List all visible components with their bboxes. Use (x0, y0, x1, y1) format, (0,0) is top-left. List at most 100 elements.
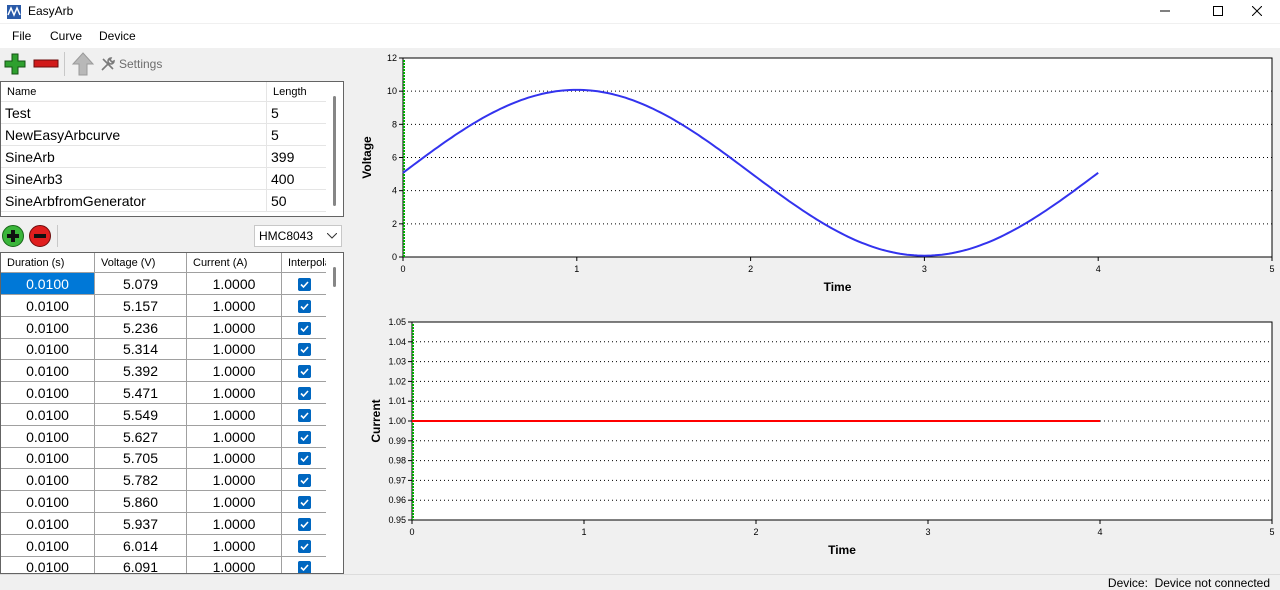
duration-cell[interactable]: 0.0100 (1, 273, 95, 295)
device-select[interactable]: HMC8043 (254, 225, 342, 247)
scroll-thumb[interactable] (333, 267, 336, 287)
current-cell[interactable]: 1.0000 (187, 425, 282, 448)
interpolation-checkbox[interactable] (298, 387, 311, 400)
duration-cell[interactable]: 0.0100 (1, 294, 95, 317)
point-row[interactable]: 0.0100 6.014 1.0000 (1, 534, 327, 557)
interpolation-checkbox[interactable] (298, 496, 311, 509)
point-row[interactable]: 0.0100 5.236 1.0000 (1, 316, 327, 339)
current-cell[interactable]: 1.0000 (187, 556, 282, 573)
point-row[interactable]: 0.0100 5.937 1.0000 (1, 512, 327, 535)
column-header-voltage[interactable]: Voltage (V) (95, 253, 187, 273)
duration-cell[interactable]: 0.0100 (1, 403, 95, 426)
point-row[interactable]: 0.0100 5.860 1.0000 (1, 491, 327, 513)
voltage-cell[interactable]: 5.705 (95, 447, 187, 470)
voltage-cell[interactable]: 5.937 (95, 512, 187, 535)
current-cell[interactable]: 1.0000 (187, 316, 282, 339)
duration-cell[interactable]: 0.0100 (1, 469, 95, 492)
point-row[interactable]: 0.0100 5.157 1.0000 (1, 294, 327, 317)
points-scrollbar[interactable] (326, 253, 343, 573)
point-row[interactable]: 0.0100 5.392 1.0000 (1, 360, 327, 383)
curve-name-cell[interactable]: Test (1, 102, 267, 124)
menu-device[interactable]: Device (99, 29, 136, 43)
voltage-cell[interactable]: 5.549 (95, 403, 187, 426)
voltage-cell[interactable]: 5.157 (95, 294, 187, 317)
duration-cell[interactable]: 0.0100 (1, 360, 95, 383)
voltage-cell[interactable]: 5.471 (95, 382, 187, 404)
point-row[interactable]: 0.0100 5.314 1.0000 (1, 338, 327, 361)
column-header-name[interactable]: Name (1, 82, 267, 102)
point-row[interactable]: 0.0100 5.079 1.0000 (1, 273, 327, 295)
interpolation-checkbox[interactable] (298, 561, 311, 574)
interpolation-checkbox[interactable] (298, 539, 311, 553)
current-cell[interactable]: 1.0000 (187, 273, 282, 295)
interpolation-checkbox[interactable] (298, 321, 311, 335)
curve-length-cell[interactable]: 400 (267, 168, 327, 190)
current-cell[interactable]: 1.0000 (187, 338, 282, 361)
menu-file[interactable]: File (12, 29, 31, 43)
current-cell[interactable]: 1.0000 (187, 491, 282, 513)
curve-name-cell[interactable]: SineArbfromGenerator (1, 190, 267, 212)
voltage-cell[interactable]: 5.782 (95, 469, 187, 492)
current-cell[interactable]: 1.0000 (187, 360, 282, 383)
voltage-cell[interactable]: 5.627 (95, 425, 187, 448)
add-curve-button[interactable] (3, 52, 27, 76)
column-header-length[interactable]: Length (267, 82, 327, 102)
minimize-button[interactable] (1142, 0, 1188, 22)
curve-row[interactable]: NewEasyArbcurve 5 (1, 124, 327, 146)
duration-cell[interactable]: 0.0100 (1, 338, 95, 361)
interpolation-checkbox[interactable] (298, 517, 311, 531)
point-row[interactable]: 0.0100 5.627 1.0000 (1, 425, 327, 448)
curve-row[interactable]: SineArb 399 (1, 146, 327, 168)
curve-name-cell[interactable]: SineArb3 (1, 168, 267, 190)
point-row[interactable]: 0.0100 5.782 1.0000 (1, 469, 327, 492)
curves-scrollbar[interactable] (326, 82, 343, 216)
curve-row[interactable]: Test 5 (1, 102, 327, 124)
add-point-button[interactable] (2, 225, 24, 247)
curve-length-cell[interactable]: 50 (267, 190, 327, 212)
curve-name-cell[interactable]: NewEasyArbcurve (1, 124, 267, 146)
column-header-interpolation[interactable]: Interpolation (282, 253, 327, 273)
point-row[interactable]: 0.0100 6.091 1.0000 (1, 556, 327, 574)
voltage-cell[interactable]: 5.860 (95, 491, 187, 513)
curve-length-cell[interactable]: 5 (267, 124, 327, 146)
current-cell[interactable]: 1.0000 (187, 382, 282, 404)
voltage-cell[interactable]: 5.314 (95, 338, 187, 361)
settings-button[interactable]: Settings (100, 52, 162, 76)
voltage-cell[interactable]: 5.236 (95, 316, 187, 339)
duration-cell[interactable]: 0.0100 (1, 447, 95, 470)
voltage-cell[interactable]: 6.014 (95, 534, 187, 557)
upload-button[interactable] (71, 52, 95, 76)
remove-point-button[interactable] (29, 225, 51, 247)
duration-cell[interactable]: 0.0100 (1, 425, 95, 448)
interpolation-checkbox[interactable] (298, 343, 311, 357)
interpolation-checkbox[interactable] (298, 365, 311, 379)
interpolation-checkbox[interactable] (298, 452, 311, 466)
current-cell[interactable]: 1.0000 (187, 534, 282, 557)
voltage-cell[interactable]: 5.079 (95, 273, 187, 295)
duration-cell[interactable]: 0.0100 (1, 556, 95, 573)
curve-row[interactable]: SineArbfromGenerator 50 (1, 190, 327, 212)
duration-cell[interactable]: 0.0100 (1, 512, 95, 535)
curve-row[interactable]: SineArb3 400 (1, 168, 327, 190)
close-button[interactable] (1234, 0, 1280, 22)
point-row[interactable]: 0.0100 5.549 1.0000 (1, 403, 327, 426)
voltage-cell[interactable]: 6.091 (95, 556, 187, 573)
duration-cell[interactable]: 0.0100 (1, 382, 95, 404)
duration-cell[interactable]: 0.0100 (1, 534, 95, 557)
current-cell[interactable]: 1.0000 (187, 403, 282, 426)
interpolation-checkbox[interactable] (298, 408, 311, 422)
current-cell[interactable]: 1.0000 (187, 294, 282, 317)
duration-cell[interactable]: 0.0100 (1, 316, 95, 339)
column-header-duration[interactable]: Duration (s) (1, 253, 95, 273)
interpolation-checkbox[interactable] (298, 299, 311, 313)
column-header-current[interactable]: Current (A) (187, 253, 282, 273)
curve-length-cell[interactable]: 399 (267, 146, 327, 168)
interpolation-checkbox[interactable] (298, 474, 311, 488)
voltage-cell[interactable]: 5.392 (95, 360, 187, 383)
point-row[interactable]: 0.0100 5.705 1.0000 (1, 447, 327, 470)
current-cell[interactable]: 1.0000 (187, 447, 282, 470)
point-row[interactable]: 0.0100 5.471 1.0000 (1, 382, 327, 404)
current-cell[interactable]: 1.0000 (187, 469, 282, 492)
curve-name-cell[interactable]: SineArb (1, 146, 267, 168)
remove-curve-button[interactable] (33, 52, 59, 76)
